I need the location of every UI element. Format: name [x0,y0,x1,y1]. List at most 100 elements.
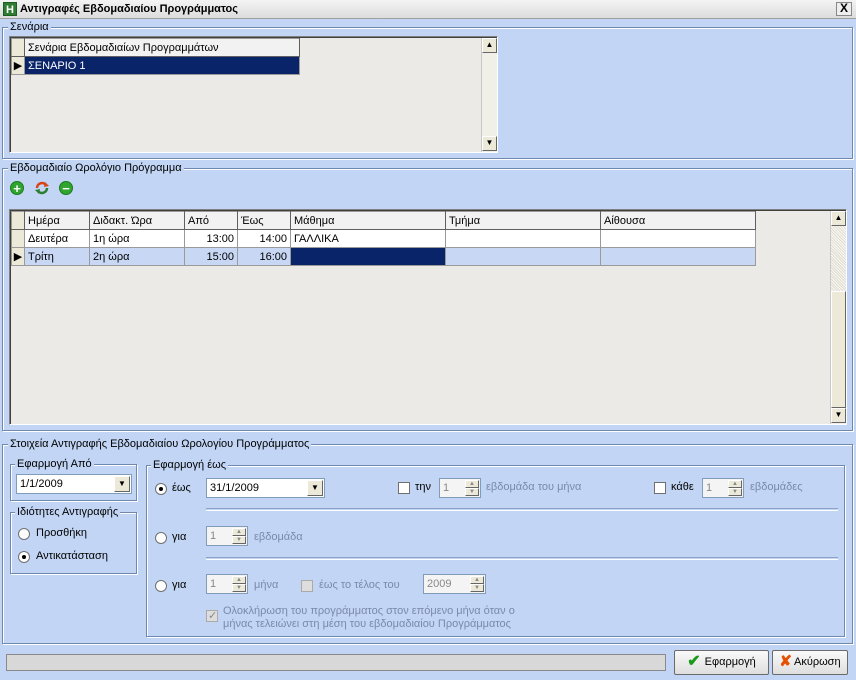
cell-from[interactable]: 15:00 [184,247,238,266]
spin-down-icon[interactable]: ▼ [470,584,484,592]
apply-from-value: 1/1/2009 [20,478,63,490]
for-weeks-value: 1 [210,530,217,542]
add-icon[interactable]: + [10,181,24,195]
for-months-suffix: μήνα [254,579,279,591]
cell-day[interactable]: Δευτέρα [24,229,90,248]
chevron-down-icon[interactable]: ▼ [307,480,323,496]
cell-room[interactable] [600,247,756,266]
cancel-button-label: Ακύρωση [793,656,841,668]
spin-up-icon[interactable]: ▲ [465,480,479,488]
end-of-year-label[interactable]: έως το τέλος του [319,579,400,591]
schedule-scrollbar[interactable]: ▲ ▼ [830,211,846,424]
cell-class[interactable] [445,229,601,248]
scenario-row[interactable]: ΣΕΝΑΡΙΟ 1 [24,56,300,75]
spin-down-icon[interactable]: ▼ [232,536,246,544]
copy-mode-label: Ιδιότητες Αντιγραφής [15,506,121,518]
column-header-day[interactable]: Ημέρα [24,211,90,230]
column-header-scenarios[interactable]: Σενάρια Εβδομαδιαίων Προγραμμάτων [24,38,300,57]
copy-group-label: Στοιχεία Αντιγραφής Εβδομαδιαίου Ωρολογί… [8,438,312,450]
row-indicator-header [11,38,25,57]
spin-down-icon[interactable]: ▼ [728,488,742,496]
spin-up-icon[interactable]: ▲ [232,576,246,584]
scroll-down-icon[interactable]: ▼ [831,408,846,423]
cell-from[interactable]: 13:00 [184,229,238,248]
for-weeks-stepper[interactable]: 1 ▲ ▼ [206,526,248,546]
scroll-up-icon[interactable]: ▲ [482,38,497,53]
scroll-thumb[interactable] [831,291,846,408]
app-icon: H [3,2,17,16]
complete-month-checkbox[interactable] [206,609,218,622]
check-icon: ✔ [687,653,701,670]
apply-from-date[interactable]: 1/1/2009 ▼ [16,474,132,494]
scroll-up-icon[interactable]: ▲ [831,211,846,226]
radio-until-date[interactable] [155,483,167,495]
cell-subject[interactable] [290,247,446,266]
radio-for-weeks[interactable] [155,532,167,544]
spin-down-icon[interactable]: ▼ [465,488,479,496]
radio-until-date-label[interactable]: έως [172,482,191,494]
radio-for-months[interactable] [155,580,167,592]
radio-replace[interactable] [18,551,30,563]
radio-add-label[interactable]: Προσθήκη [36,527,87,539]
cell-period[interactable]: 1η ώρα [89,229,185,248]
cell-period[interactable]: 2η ώρα [89,247,185,266]
radio-add[interactable] [18,528,30,540]
cell-to[interactable]: 16:00 [237,247,291,266]
week-of-month-checkbox[interactable] [398,482,410,494]
until-date-combo[interactable]: 31/1/2009 ▼ [206,478,325,498]
scroll-down-icon[interactable]: ▼ [482,136,497,151]
chevron-down-icon[interactable]: ▼ [114,476,130,492]
week-of-month-stepper[interactable]: 1 ▲ ▼ [439,478,481,498]
scenarios-scrollbar[interactable]: ▲ ▼ [481,38,497,152]
row-indicator-icon: ▶ [11,56,25,75]
refresh-icon[interactable] [34,180,50,196]
separator [206,508,838,511]
radio-for-weeks-label[interactable]: για [172,531,186,543]
for-months-stepper[interactable]: 1 ▲ ▼ [206,574,248,594]
close-button[interactable]: X [836,2,852,16]
complete-month-line1: Ολοκλήρωση του προγράμματος στον επόμενο… [223,605,515,617]
apply-from-label: Εφαρμογή Από [15,458,94,470]
every-weeks-value: 1 [706,482,713,494]
schedule-group-label: Εβδομαδιαίο Ωρολόγιο Πρόγραμμα [8,162,184,174]
column-header-class[interactable]: Τμήμα [445,211,601,230]
spin-up-icon[interactable]: ▲ [232,528,246,536]
scenarios-grid[interactable]: Σενάρια Εβδομαδιαίων Προγραμμάτων ▶ ΣΕΝΑ… [9,36,498,153]
apply-until-label: Εφαρμογή έως [151,459,229,471]
every-weeks-checkbox[interactable] [654,482,666,494]
column-header-to[interactable]: Έως [237,211,291,230]
schedule-grid[interactable]: Ημέρα Διδακτ. Ώρα Από Έως Μάθημα Τμήμα Α… [9,209,847,425]
table-row[interactable]: Δευτέρα 1η ώρα 13:00 14:00 ΓΑΛΛΙΚΑ [11,229,756,248]
scroll-track[interactable] [831,226,846,291]
cell-class[interactable] [445,247,601,266]
cell-room[interactable] [600,229,756,248]
cross-icon: ✘ [779,653,792,670]
week-of-month-label[interactable]: την [415,481,431,493]
every-weeks-stepper[interactable]: 1 ▲ ▼ [702,478,744,498]
cancel-button[interactable]: ✘ Ακύρωση [772,650,848,675]
cell-subject[interactable]: ΓΑΛΛΙΚΑ [290,229,446,248]
cell-to[interactable]: 14:00 [237,229,291,248]
end-of-year-checkbox[interactable] [301,580,313,592]
column-header-from[interactable]: Από [184,211,238,230]
for-months-value: 1 [210,578,217,590]
radio-replace-label[interactable]: Αντικατάσταση [36,550,108,562]
column-header-subject[interactable]: Μάθημα [290,211,446,230]
every-weeks-label[interactable]: κάθε [671,481,694,493]
spin-up-icon[interactable]: ▲ [728,480,742,488]
apply-button[interactable]: ✔ Εφαρμογή [674,650,769,675]
cell-day[interactable]: Τρίτη [24,247,90,266]
column-header-room[interactable]: Αίθουσα [600,211,756,230]
week-of-month-value: 1 [443,482,450,494]
window-title: Αντιγραφές Εβδομαδιαίου Προγράμματος [20,3,238,15]
table-row[interactable]: ▶ Τρίτη 2η ώρα 15:00 16:00 [11,247,756,266]
complete-month-line2: μήνας τελειώνει στη μέση του εβδομαδιαίο… [223,618,511,630]
row-indicator-cell [11,229,25,248]
radio-for-months-label[interactable]: για [172,579,186,591]
remove-icon[interactable]: − [59,181,73,195]
spin-down-icon[interactable]: ▼ [232,584,246,592]
spin-up-icon[interactable]: ▲ [470,576,484,584]
end-of-year-stepper[interactable]: 2009 ▲ ▼ [423,574,486,594]
column-header-period[interactable]: Διδακτ. Ώρα [89,211,185,230]
apply-button-label: Εφαρμογή [704,656,756,668]
